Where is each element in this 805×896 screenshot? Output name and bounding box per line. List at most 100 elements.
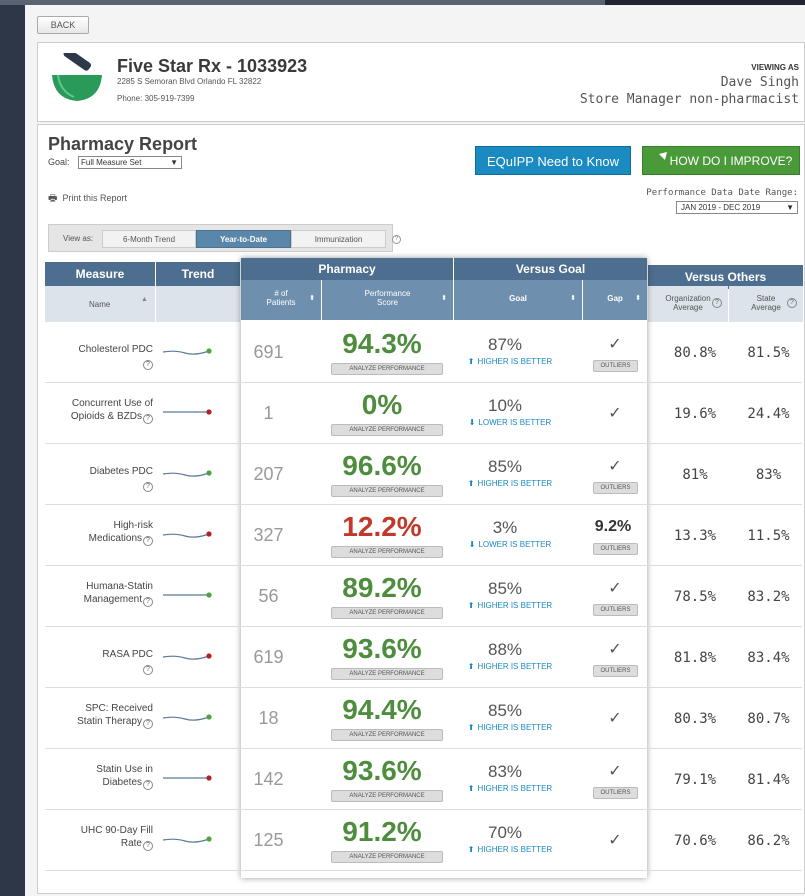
analyze-performance-button[interactable]: ANALYZE PERFORMANCE xyxy=(331,485,443,497)
measure-name[interactable]: Cholesterol PDC? xyxy=(45,343,153,370)
help-icon[interactable]: ? xyxy=(143,536,153,546)
goal-select[interactable]: Full Measure Set ▼ xyxy=(78,156,182,169)
arrow-up-icon: ⬆ xyxy=(467,357,475,366)
help-icon[interactable]: ? xyxy=(143,719,153,729)
help-icon[interactable]: ? xyxy=(143,414,153,424)
outliers-button[interactable]: OUTLIERS xyxy=(593,604,638,616)
goal-direction: ⬆ HIGHER IS BETTER xyxy=(460,662,560,671)
analyze-performance-button[interactable]: ANALYZE PERFORMANCE xyxy=(331,363,443,375)
analyze-performance-button[interactable]: ANALYZE PERFORMANCE xyxy=(331,790,443,802)
patient-count: 327 xyxy=(253,525,284,545)
org-average-header[interactable]: Organization Average ? xyxy=(648,286,728,322)
trend-header: Trend xyxy=(156,262,240,286)
sparkline-end-dot xyxy=(206,409,212,415)
help-icon[interactable]: ? xyxy=(143,780,153,790)
goal-label: Goal: xyxy=(48,157,70,167)
sparkline-path xyxy=(162,655,210,660)
measure-name[interactable]: UHC 90-Day Fill Rate? xyxy=(45,824,153,851)
check-icon: ✓ xyxy=(608,710,622,727)
measure-name-line-1: RASA PDC xyxy=(102,649,153,660)
goal-direction-label: HIGHER IS BETTER xyxy=(477,784,553,793)
analyze-performance-button[interactable]: ANALYZE PERFORMANCE xyxy=(331,729,443,741)
outliers-button[interactable]: OUTLIERS xyxy=(593,360,638,372)
table-row: Humana-Statin Management? 56 89.2% ANALYZE P… xyxy=(45,566,802,627)
analyze-performance-button[interactable]: ANALYZE PERFORMANCE xyxy=(331,668,443,680)
name-sort-header[interactable]: Name ▲ xyxy=(45,286,155,322)
table-row: Cholesterol PDC? 691 94.3% ANALYZE PERFORMA… xyxy=(45,322,802,383)
help-icon[interactable]: ? xyxy=(143,360,153,370)
analyze-performance-button[interactable]: ANALYZE PERFORMANCE xyxy=(331,424,443,436)
measure-name-line-2-text: Opioids & BZDs xyxy=(70,411,142,422)
performance-score: 93.6% xyxy=(342,633,422,664)
goal-value: 70% xyxy=(487,823,523,842)
help-icon[interactable]: ? xyxy=(143,665,153,675)
performance-score: 12.2% xyxy=(342,511,422,542)
measure-name-line-2: Statin Therapy? xyxy=(45,715,153,729)
measure-name[interactable]: Humana-Statin Management? xyxy=(45,580,153,607)
tab-year-to-date[interactable]: Year-to-Date xyxy=(196,230,291,248)
mortar-pestle-icon xyxy=(52,53,102,101)
goal-direction: ⬆ HIGHER IS BETTER xyxy=(460,601,560,610)
sparkline-path xyxy=(162,350,210,355)
date-range-select[interactable]: JAN 2019 - DEC 2019 ▼ xyxy=(676,201,798,214)
analyze-performance-button[interactable]: ANALYZE PERFORMANCE xyxy=(331,851,443,863)
performance-score: 96.6% xyxy=(342,450,422,481)
help-icon[interactable]: ? xyxy=(787,298,797,308)
help-icon[interactable]: ? xyxy=(143,597,153,607)
gap-header[interactable]: Gap ⬍ xyxy=(583,280,647,320)
arrow-up-icon: ⬆ xyxy=(467,601,475,610)
performance-score: 0% xyxy=(361,389,403,420)
score-header[interactable]: Performance Score ⬍ xyxy=(322,280,453,320)
table-row: High-risk Medications? 327 12.2% ANALYZE PER… xyxy=(45,505,802,566)
analyze-performance-button[interactable]: ANALYZE PERFORMANCE xyxy=(331,607,443,619)
help-icon[interactable]: ? xyxy=(392,235,401,244)
goal-header[interactable]: Goal ⬍ xyxy=(454,280,582,320)
gap-value: 9.2% xyxy=(594,518,632,535)
measure-name[interactable]: Statin Use in Diabetes? xyxy=(45,763,153,790)
measure-name[interactable]: RASA PDC? xyxy=(45,648,153,675)
sparkline-end-dot xyxy=(206,348,212,354)
patient-count: 56 xyxy=(258,586,279,606)
state-average: 11.5% xyxy=(747,528,790,544)
tab-immunization[interactable]: Immunization xyxy=(291,230,386,248)
viewer-name: Dave Singh xyxy=(720,75,799,90)
outliers-button[interactable]: OUTLIERS xyxy=(593,543,638,555)
sparkline-path xyxy=(162,472,210,477)
equipp-button[interactable]: EQuIPP Need to Know xyxy=(475,146,631,175)
patients-header[interactable]: # of Patients ⬍ xyxy=(241,280,321,320)
outliers-button[interactable]: OUTLIERS xyxy=(593,482,638,494)
score-label-1: Performance xyxy=(364,289,411,298)
sparkline-end-dot xyxy=(206,653,212,659)
print-link[interactable]: 🖶 Print this Report xyxy=(48,191,127,208)
back-button[interactable]: BACK xyxy=(37,16,89,34)
sparkline-path xyxy=(162,716,210,721)
measure-name[interactable]: High-risk Medications? xyxy=(45,519,153,546)
patient-count: 207 xyxy=(253,464,284,484)
measure-name-line-1: Statin Use in xyxy=(96,764,153,775)
performance-score: 94.3% xyxy=(342,328,422,359)
check-icon: ✓ xyxy=(608,405,622,422)
help-icon[interactable]: ? xyxy=(712,298,722,308)
outliers-button[interactable]: OUTLIERS xyxy=(593,787,638,799)
arrow-up-icon: ⬆ xyxy=(467,662,475,671)
check-icon: ✓ xyxy=(608,641,622,658)
table-row: Concurrent Use of Opioids & BZDs? 1 0% ANALY… xyxy=(45,383,802,444)
measure-name[interactable]: SPC: Received Statin Therapy? xyxy=(45,702,153,729)
arrow-down-icon: ⬇ xyxy=(468,540,476,549)
tab-6-month-trend[interactable]: 6-Month Trend xyxy=(102,230,196,248)
measure-name[interactable]: Concurrent Use of Opioids & BZDs? xyxy=(45,397,153,424)
state-average-header[interactable]: State Average ? xyxy=(729,286,803,322)
measure-name[interactable]: Diabetes PDC? xyxy=(45,465,153,492)
help-icon[interactable]: ? xyxy=(143,841,153,851)
outliers-button[interactable]: OUTLIERS xyxy=(593,665,638,677)
help-icon[interactable]: ? xyxy=(143,482,153,492)
how-do-i-improve-button[interactable]: HOW DO I IMPROVE? xyxy=(642,146,800,175)
analyze-performance-button[interactable]: ANALYZE PERFORMANCE xyxy=(331,546,443,558)
sort-icon: ⬍ xyxy=(441,295,447,302)
table-row: Statin Use in Diabetes? 142 93.6% ANALYZE PE… xyxy=(45,749,802,810)
improve-label: HOW DO I IMPROVE? xyxy=(669,154,793,168)
measure-name-line-1: Humana-Statin xyxy=(86,581,153,592)
goal-value: 88% xyxy=(487,640,523,659)
state-average: 83.2% xyxy=(747,589,790,605)
check-icon: ✓ xyxy=(608,458,622,475)
